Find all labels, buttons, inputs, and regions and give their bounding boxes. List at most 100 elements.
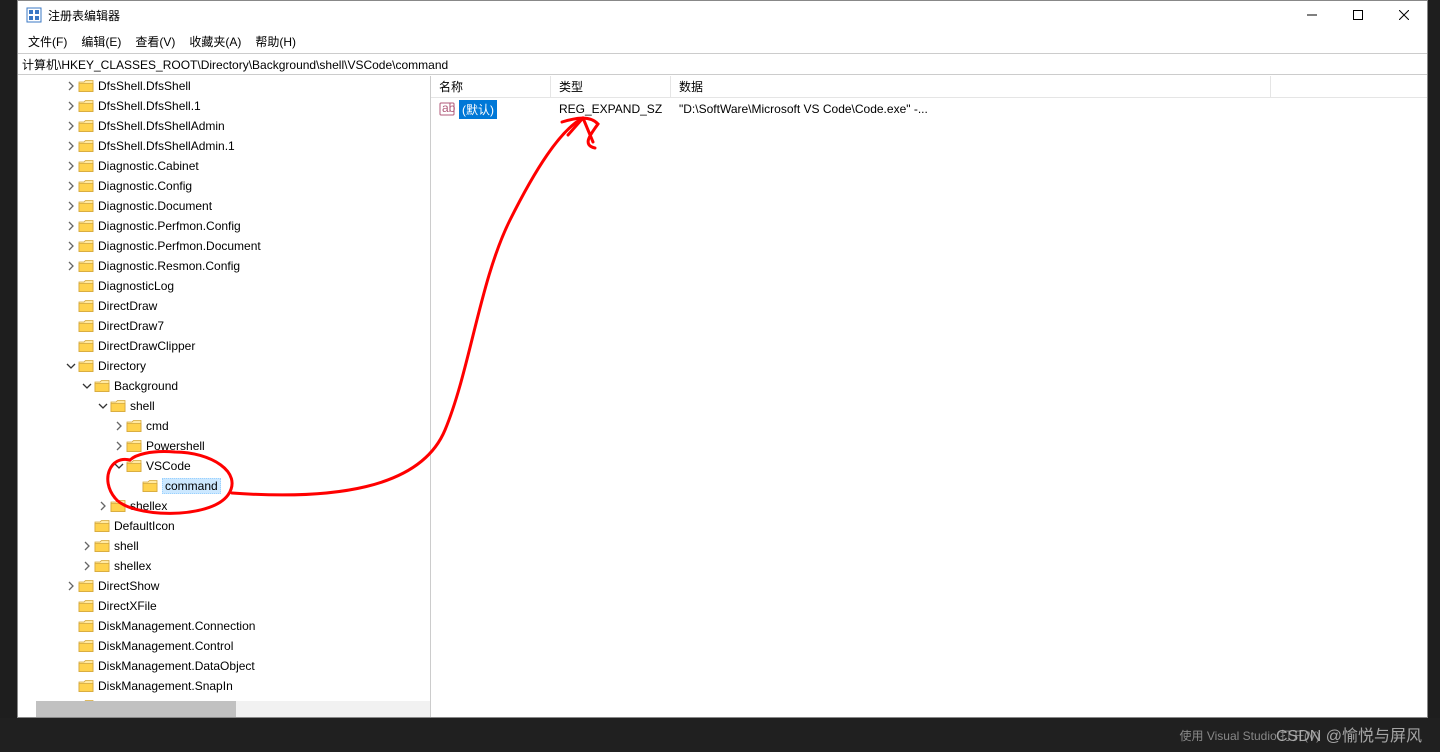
- expand-icon[interactable]: [80, 539, 94, 553]
- expand-icon[interactable]: [128, 479, 142, 493]
- tree-item[interactable]: shell: [18, 396, 430, 416]
- tree-item-label: shell: [114, 539, 139, 553]
- string-value-icon: ab: [439, 101, 455, 117]
- tree-item[interactable]: DiskManagement.Connection: [18, 616, 430, 636]
- expand-icon[interactable]: [112, 459, 126, 473]
- expand-icon[interactable]: [64, 259, 78, 273]
- tree-item[interactable]: DiskManagement.Control: [18, 636, 430, 656]
- tree-item[interactable]: VSCode: [18, 456, 430, 476]
- tree-item[interactable]: DiskManagement.DataObject: [18, 656, 430, 676]
- expand-icon[interactable]: [64, 99, 78, 113]
- expand-icon[interactable]: [64, 239, 78, 253]
- expand-icon[interactable]: [64, 359, 78, 373]
- expand-icon[interactable]: [112, 439, 126, 453]
- tree-item[interactable]: DirectDraw7: [18, 316, 430, 336]
- expand-icon[interactable]: [64, 119, 78, 133]
- tree-item[interactable]: DfsShell.DfsShell: [18, 76, 430, 96]
- horizontal-scrollbar[interactable]: [36, 701, 430, 717]
- tree-item[interactable]: DfsShell.DfsShell.1: [18, 96, 430, 116]
- expand-icon[interactable]: [64, 199, 78, 213]
- tree-item-label: DirectDrawClipper: [98, 339, 195, 353]
- scrollbar-thumb[interactable]: [36, 701, 236, 717]
- folder-icon: [110, 399, 126, 413]
- expand-icon[interactable]: [80, 559, 94, 573]
- address-bar[interactable]: 计算机\HKEY_CLASSES_ROOT\Directory\Backgrou…: [18, 53, 1427, 75]
- tree-item[interactable]: Diagnostic.Perfmon.Config: [18, 216, 430, 236]
- tree-item[interactable]: Background: [18, 376, 430, 396]
- folder-icon: [94, 559, 110, 573]
- expand-icon[interactable]: [80, 519, 94, 533]
- tree-pane[interactable]: DfsShell.DfsShell DfsShell.DfsShell.1 DfsS…: [18, 76, 431, 717]
- minimize-button[interactable]: [1289, 1, 1335, 29]
- tree-item[interactable]: command: [18, 476, 430, 496]
- menu-favorites[interactable]: 收藏夹(A): [189, 33, 241, 50]
- expand-icon[interactable]: [96, 399, 110, 413]
- expand-icon[interactable]: [80, 379, 94, 393]
- folder-icon: [110, 499, 126, 513]
- maximize-button[interactable]: [1335, 1, 1381, 29]
- tree-item[interactable]: Diagnostic.Cabinet: [18, 156, 430, 176]
- close-button[interactable]: [1381, 1, 1427, 29]
- expand-icon[interactable]: [64, 679, 78, 693]
- tree-item[interactable]: DiagnosticLog: [18, 276, 430, 296]
- tree-item[interactable]: Diagnostic.Config: [18, 176, 430, 196]
- tree-item-label: Diagnostic.Perfmon.Config: [98, 219, 241, 233]
- folder-icon: [78, 319, 94, 333]
- expand-icon[interactable]: [64, 79, 78, 93]
- list-pane[interactable]: 名称 类型 数据 ab(默认)REG_EXPAND_SZ"D:\SoftWare…: [431, 76, 1427, 717]
- list-row[interactable]: ab(默认)REG_EXPAND_SZ"D:\SoftWare\Microsof…: [431, 98, 1427, 120]
- menu-help[interactable]: 帮助(H): [255, 33, 296, 50]
- tree-item[interactable]: Diagnostic.Perfmon.Document: [18, 236, 430, 256]
- expand-icon[interactable]: [64, 639, 78, 653]
- col-name[interactable]: 名称: [431, 76, 551, 97]
- tree-item[interactable]: Directory: [18, 356, 430, 376]
- tree-item[interactable]: DirectShow: [18, 576, 430, 596]
- expand-icon[interactable]: [64, 159, 78, 173]
- window-title: 注册表编辑器: [48, 7, 1289, 24]
- tree-item[interactable]: Diagnostic.Resmon.Config: [18, 256, 430, 276]
- tree-item-label: DfsShell.DfsShell.1: [98, 99, 201, 113]
- col-data[interactable]: 数据: [671, 76, 1271, 97]
- title-bar[interactable]: 注册表编辑器: [18, 1, 1427, 29]
- expand-icon[interactable]: [64, 139, 78, 153]
- tree-item[interactable]: DirectDraw: [18, 296, 430, 316]
- expand-icon[interactable]: [112, 419, 126, 433]
- tree-item[interactable]: shell: [18, 536, 430, 556]
- col-type[interactable]: 类型: [551, 76, 671, 97]
- tree-item[interactable]: DiskManagement.SnapIn: [18, 676, 430, 696]
- content-area: DfsShell.DfsShell DfsShell.DfsShell.1 DfsS…: [18, 75, 1427, 717]
- expand-icon[interactable]: [64, 299, 78, 313]
- menu-view[interactable]: 查看(V): [135, 33, 175, 50]
- expand-icon[interactable]: [64, 659, 78, 673]
- folder-icon: [126, 439, 142, 453]
- tree-item[interactable]: DfsShell.DfsShellAdmin: [18, 116, 430, 136]
- menu-edit[interactable]: 编辑(E): [81, 33, 121, 50]
- folder-icon: [94, 539, 110, 553]
- expand-icon[interactable]: [64, 319, 78, 333]
- expand-icon[interactable]: [64, 579, 78, 593]
- menu-file[interactable]: 文件(F): [28, 33, 67, 50]
- tree-item[interactable]: shellex: [18, 496, 430, 516]
- tree-item-label: DiskManagement.DataObject: [98, 659, 255, 673]
- expand-icon[interactable]: [64, 599, 78, 613]
- tree-item[interactable]: DirectDrawClipper: [18, 336, 430, 356]
- expand-icon[interactable]: [64, 179, 78, 193]
- expand-icon[interactable]: [64, 219, 78, 233]
- expand-icon[interactable]: [96, 499, 110, 513]
- expand-icon[interactable]: [64, 619, 78, 633]
- tree-item[interactable]: DirectXFile: [18, 596, 430, 616]
- list-header: 名称 类型 数据: [431, 76, 1427, 98]
- tree-item[interactable]: Diagnostic.Document: [18, 196, 430, 216]
- folder-icon: [78, 259, 94, 273]
- tree-item-label: Diagnostic.Resmon.Config: [98, 259, 240, 273]
- expand-icon[interactable]: [64, 279, 78, 293]
- tree-item[interactable]: Powershell: [18, 436, 430, 456]
- tree-item-label: VSCode: [146, 459, 191, 473]
- expand-icon[interactable]: [64, 339, 78, 353]
- folder-icon: [78, 239, 94, 253]
- tree-item[interactable]: shellex: [18, 556, 430, 576]
- tree-item[interactable]: DefaultIcon: [18, 516, 430, 536]
- tree-item[interactable]: DfsShell.DfsShellAdmin.1: [18, 136, 430, 156]
- tree-item[interactable]: cmd: [18, 416, 430, 436]
- address-text: 计算机\HKEY_CLASSES_ROOT\Directory\Backgrou…: [22, 56, 448, 73]
